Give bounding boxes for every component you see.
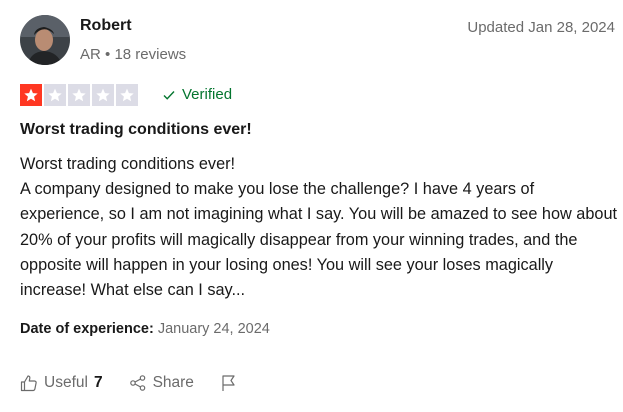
- avatar[interactable]: [20, 15, 70, 65]
- verified-badge[interactable]: Verified: [162, 86, 232, 103]
- avatar-photo: [20, 15, 70, 65]
- author-review-count: 18 reviews: [114, 46, 187, 63]
- star-icon: [20, 84, 42, 106]
- experience-label: Date of experience:: [20, 321, 154, 337]
- useful-label: Useful: [44, 374, 88, 391]
- share-label: Share: [152, 374, 194, 391]
- author-name[interactable]: Robert: [80, 17, 132, 35]
- report-button[interactable]: [220, 374, 238, 392]
- verified-label: Verified: [182, 86, 233, 103]
- updated-date: Updated Jan 28, 2024: [467, 19, 615, 36]
- share-button[interactable]: Share: [129, 374, 194, 392]
- thumbs-up-icon: [20, 374, 38, 392]
- author-country: AR: [80, 46, 101, 63]
- star-icon: [116, 84, 138, 106]
- date-of-experience: Date of experience: January 24, 2024: [20, 321, 270, 337]
- author-meta: AR • 18 reviews: [80, 46, 186, 63]
- useful-button[interactable]: Useful 7: [20, 374, 103, 392]
- review-title: Worst trading conditions ever!: [20, 121, 252, 138]
- review-body-line: Worst trading conditions ever!: [20, 155, 236, 173]
- star-icon: [44, 84, 66, 106]
- flag-icon: [220, 374, 238, 392]
- review-body: Worst trading conditions ever! A company…: [20, 152, 620, 303]
- meta-separator: •: [105, 46, 111, 63]
- star-rating: [20, 84, 138, 106]
- star-icon: [68, 84, 90, 106]
- review-actions: Useful 7 Share: [20, 374, 238, 392]
- review-body-line: A company designed to make you lose the …: [20, 180, 618, 300]
- experience-date: January 24, 2024: [157, 321, 270, 337]
- useful-count: 7: [93, 374, 103, 391]
- checkmark-icon: [162, 88, 176, 102]
- star-icon: [92, 84, 114, 106]
- share-icon: [129, 374, 147, 392]
